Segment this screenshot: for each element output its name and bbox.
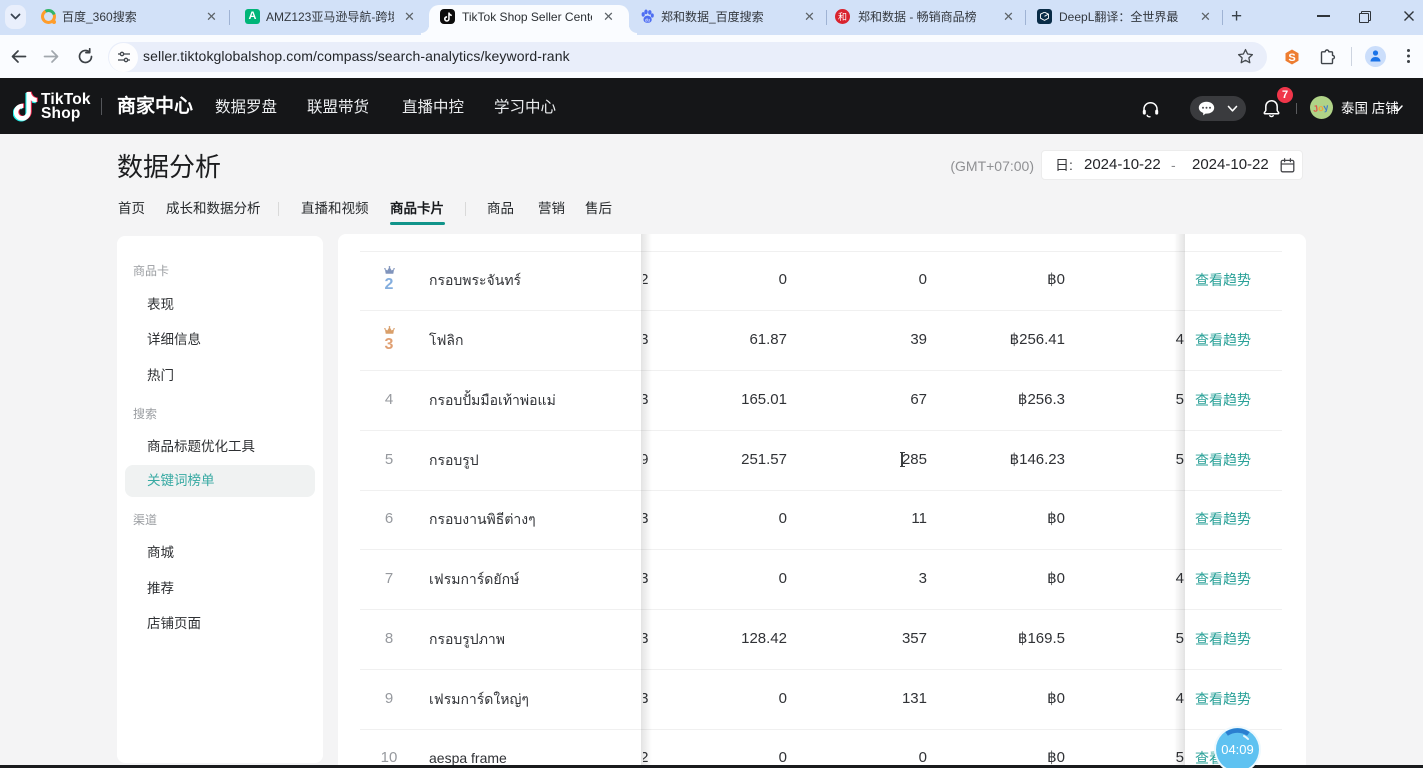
svg-text:S: S bbox=[1288, 52, 1295, 64]
svg-text:du: du bbox=[645, 17, 651, 22]
